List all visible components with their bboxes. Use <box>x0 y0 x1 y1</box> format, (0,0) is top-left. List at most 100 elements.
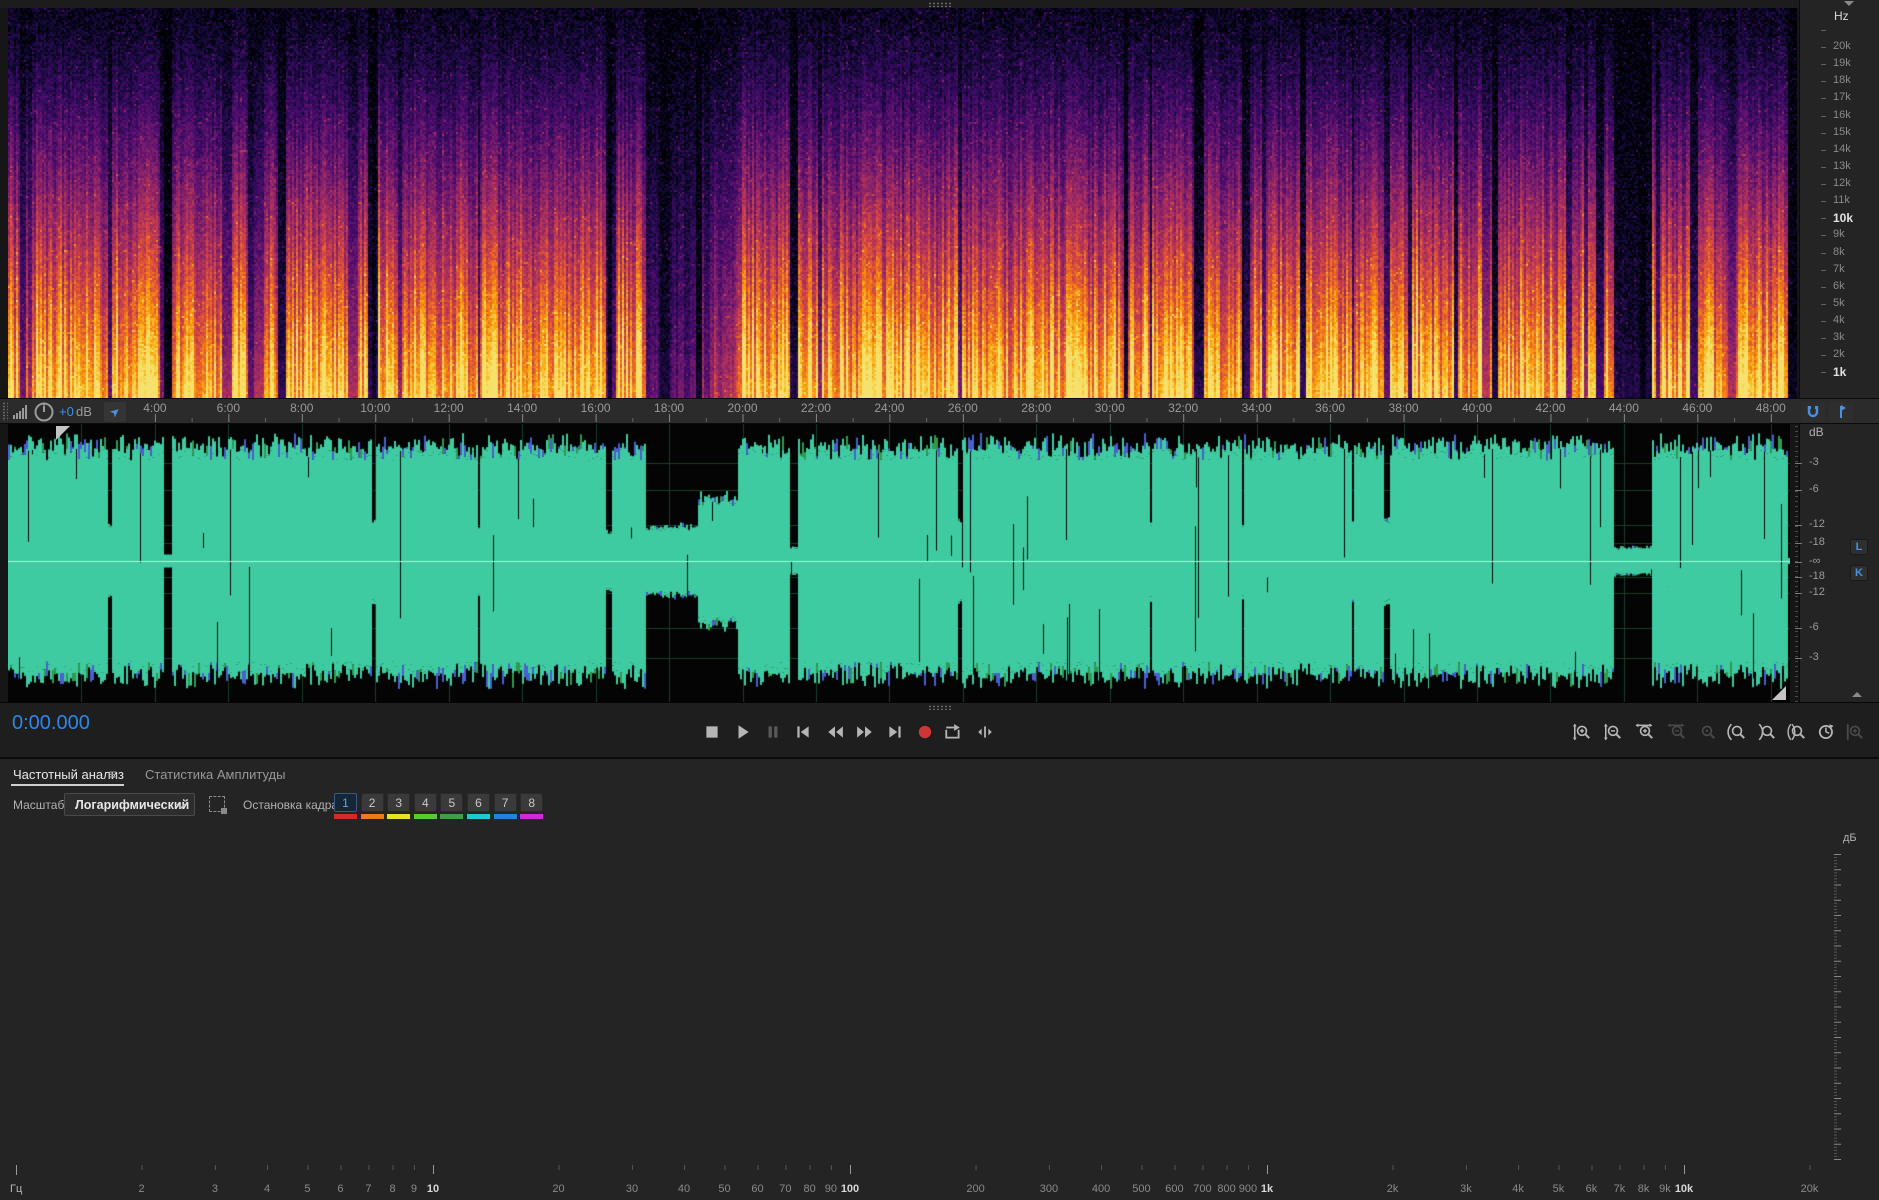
snapshot-icon[interactable] <box>209 796 227 814</box>
hz-tick <box>1821 64 1826 66</box>
scale-select[interactable]: Логарифмический <box>64 793 195 816</box>
x-tick-label: 20k <box>1800 1183 1819 1195</box>
hold-button-1[interactable]: 1 <box>334 793 357 812</box>
db-label: -18 <box>1809 570 1825 582</box>
hz-label: 7k <box>1833 262 1845 275</box>
hz-label: 13k <box>1833 159 1851 172</box>
snap-magnet-button[interactable] <box>1801 402 1825 422</box>
hz-tick <box>1821 269 1826 271</box>
time-label: 48:00 <box>1755 401 1786 415</box>
time-label: 38:00 <box>1388 401 1419 415</box>
channel-button-l[interactable]: L <box>1850 539 1868 555</box>
x-tick-label: 300 <box>1039 1183 1059 1195</box>
hz-label: 18k <box>1833 74 1851 87</box>
pause-button[interactable] <box>760 719 786 745</box>
hz-tick <box>1821 149 1826 151</box>
loop-playback-button[interactable] <box>940 719 966 745</box>
hz-tick <box>1821 30 1826 31</box>
marker-pin-icon <box>1840 405 1846 418</box>
zoom-out-point-button[interactable] <box>1754 720 1780 744</box>
spectrogram-display[interactable] <box>8 8 1797 398</box>
x-tick-label: 10 <box>426 1183 440 1195</box>
time-label: 24:00 <box>874 401 905 415</box>
hold-button-4[interactable]: 4 <box>413 793 437 812</box>
hz-tick <box>1821 321 1826 323</box>
zoom-in-vertical-button[interactable] <box>1569 720 1595 744</box>
y-axis-ticks <box>1834 854 1841 1160</box>
zoom-in-horizontal-icon <box>1635 723 1653 739</box>
hz-tick <box>1821 355 1826 357</box>
record-button[interactable] <box>912 719 938 745</box>
fade-handle-right[interactable] <box>1772 686 1786 700</box>
fast-forward-icon <box>857 726 872 738</box>
time-label: 30:00 <box>1094 401 1125 415</box>
time-label: 20:00 <box>727 401 758 415</box>
zoom-selection-button[interactable] <box>1784 720 1810 744</box>
hold-button-7[interactable]: 7 <box>493 793 517 812</box>
waveform-display[interactable] <box>8 424 1790 702</box>
hz-label: 8k <box>1833 245 1845 258</box>
active-tab-underline <box>11 784 124 786</box>
x-tick-label: 20 <box>552 1183 565 1195</box>
time-label: 42:00 <box>1535 401 1566 415</box>
timeline-ruler[interactable]: +0 dB ➤ 4:00 6:00 8:00 10:00 12:00 14:00 16:00… <box>0 398 1879 424</box>
x-axis-unit: Гц <box>10 1183 23 1195</box>
db-label: -∞ <box>1809 555 1821 567</box>
play-icon <box>738 725 749 739</box>
scale-collapse-arrow-icon[interactable] <box>1852 692 1862 697</box>
stop-button[interactable] <box>699 719 725 745</box>
hz-label: 19k <box>1833 57 1851 70</box>
skip-selection-button[interactable] <box>972 719 998 745</box>
go-to-start-button[interactable] <box>790 719 816 745</box>
db-label: -18 <box>1809 536 1825 548</box>
x-axis-ticks <box>16 1165 1811 1175</box>
time-label: 18:00 <box>654 401 685 415</box>
hold-button-5[interactable]: 5 <box>440 793 464 812</box>
play-button[interactable] <box>730 719 756 745</box>
chevron-down-icon <box>176 803 186 809</box>
rewind-button[interactable] <box>822 719 848 745</box>
fade-handle-left[interactable] <box>56 426 70 440</box>
hold-button-6[interactable]: 6 <box>467 793 490 812</box>
hz-tick <box>1821 218 1826 220</box>
zoom-in-point-button[interactable] <box>1724 720 1750 744</box>
marker-pin-button[interactable] <box>1829 402 1853 422</box>
amplitude-scale[interactable]: dB -3 -6 -12 -18 -∞ -18 -12 -6 -3 LK <box>1799 424 1879 702</box>
fast-forward-button[interactable] <box>852 719 878 745</box>
zoom-full-button[interactable] <box>1842 720 1868 744</box>
db-label: -12 <box>1809 586 1825 598</box>
collapse-arrow-icon[interactable] <box>1844 1 1854 6</box>
zoom-out-horizontal-button[interactable] <box>1664 720 1690 744</box>
hold-color-swatch-5 <box>440 814 464 819</box>
record-icon <box>918 725 932 739</box>
time-label: 8:00 <box>290 401 314 415</box>
frequency-scale[interactable]: Hz 20k 19k 18k 17k 16k 15k 14k 13k 12k 11k 10k 9k 8k… <box>1799 0 1879 398</box>
hold-button-8[interactable]: 8 <box>520 793 544 812</box>
zoom-in-vertical-icon <box>1572 723 1590 741</box>
go-to-end-button[interactable] <box>882 719 908 745</box>
zoom-out-vertical-button[interactable] <box>1600 720 1626 744</box>
x-tick-label: 4k <box>1512 1183 1524 1195</box>
hz-tick <box>1821 286 1826 288</box>
panel-grip-2[interactable] <box>928 705 952 710</box>
tab-amplitude-statistics[interactable]: Статистика Амплитуды <box>145 767 285 782</box>
x-tick-label: 3k <box>1460 1183 1472 1195</box>
tab-frequency-analysis[interactable]: Частотный анализ <box>13 767 124 782</box>
hz-tick <box>1821 47 1826 48</box>
zoom-in-horizontal-button[interactable] <box>1632 720 1658 744</box>
hz-label: 6k <box>1833 279 1845 292</box>
zoom-out-point-icon <box>1758 723 1775 741</box>
panel-grip[interactable] <box>928 2 952 7</box>
panel-menu-icon[interactable]: ≡ <box>109 766 117 782</box>
zoom-full-icon <box>1846 724 1863 740</box>
transport-bar: 0:00.000 <box>0 702 1879 757</box>
hold-button-2[interactable]: 2 <box>360 793 384 812</box>
zoom-reset-button[interactable] <box>1694 720 1720 744</box>
time-label: 26:00 <box>947 401 978 415</box>
channel-button-k[interactable]: K <box>1850 565 1868 581</box>
time-display[interactable]: 0:00.000 <box>12 713 90 733</box>
time-label: 16:00 <box>580 401 611 415</box>
restore-zoom-button[interactable] <box>1814 720 1840 744</box>
hold-color-swatch-2 <box>360 814 384 819</box>
hold-button-3[interactable]: 3 <box>387 793 411 812</box>
